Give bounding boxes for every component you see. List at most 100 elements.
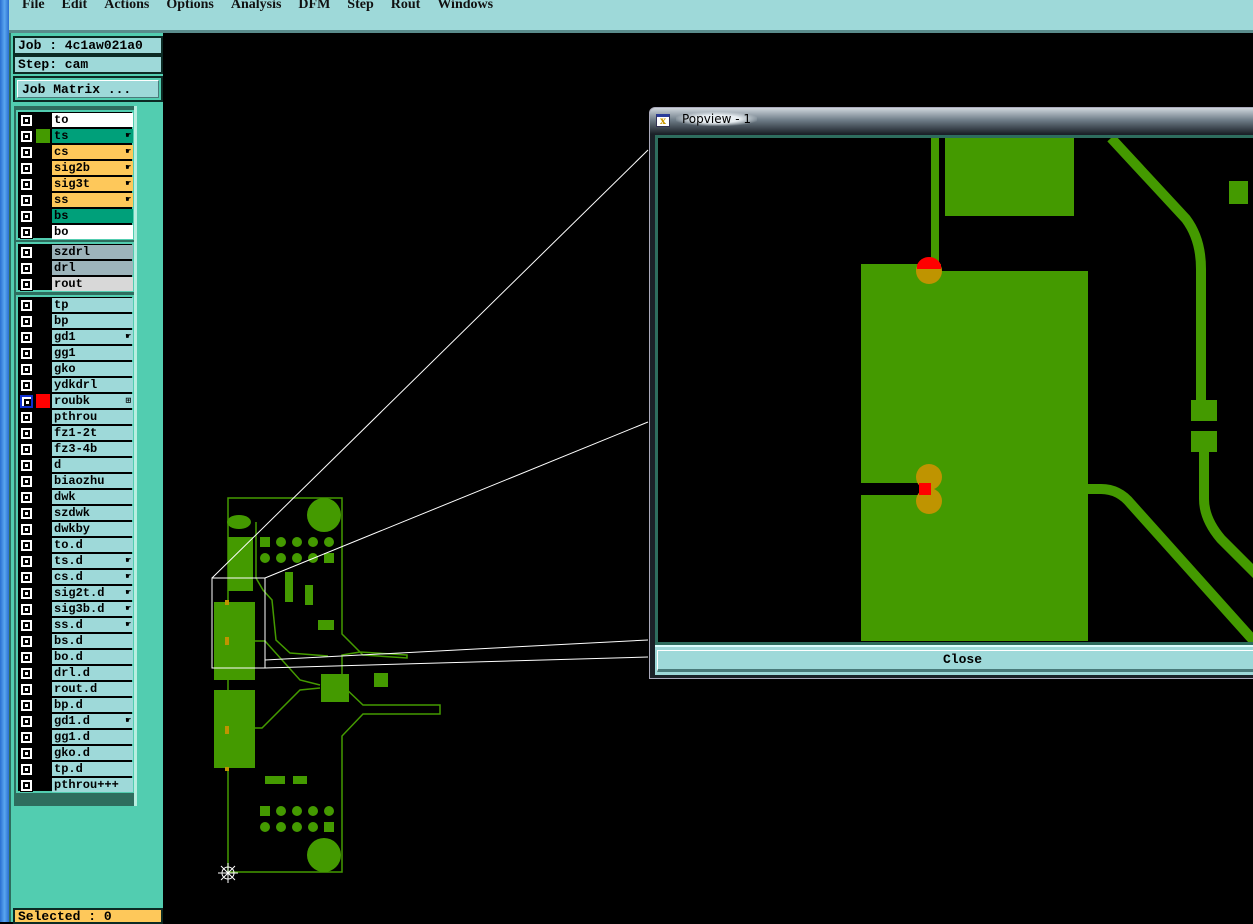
layer-name[interactable]: bp.d (52, 698, 133, 712)
layer-row[interactable]: sig2b ☛ (18, 160, 133, 176)
layer-checkbox[interactable] (20, 262, 33, 275)
layer-checkbox[interactable] (20, 635, 33, 648)
layer-row[interactable]: sig3t ☛ (18, 176, 133, 192)
layer-row[interactable]: sig3b.d ☛ (18, 601, 133, 617)
layer-name[interactable]: ss.d ☛ (52, 618, 133, 632)
layer-name[interactable]: dwk (52, 490, 133, 504)
layer-checkbox[interactable] (20, 363, 33, 376)
layer-checkbox[interactable] (20, 278, 33, 291)
layer-row[interactable]: tp.d (18, 761, 133, 777)
layer-row[interactable]: ydkdrl (18, 377, 133, 393)
layer-name[interactable]: ts.d ☛ (52, 554, 133, 568)
layer-row[interactable]: gd1 ☛ (18, 329, 133, 345)
close-button[interactable]: Close (657, 650, 1253, 672)
layer-row[interactable]: ts ☛ (18, 128, 133, 144)
layer-checkbox[interactable] (20, 555, 33, 568)
layer-row[interactable]: d (18, 457, 133, 473)
layer-name[interactable]: dwkby (52, 522, 133, 536)
layer-name[interactable]: fz3-4b (52, 442, 133, 456)
layer-row[interactable]: drl.d (18, 665, 133, 681)
layer-row[interactable]: bs (18, 208, 133, 224)
layer-row[interactable]: tp (18, 297, 133, 313)
job-matrix-button[interactable]: Job Matrix ... (13, 76, 163, 102)
layer-checkbox[interactable] (20, 226, 33, 239)
layer-checkbox[interactable] (20, 114, 33, 127)
menu-step[interactable]: Step (334, 0, 373, 14)
layer-row[interactable]: bo.d (18, 649, 133, 665)
layer-checkbox[interactable] (20, 539, 33, 552)
layer-checkbox[interactable] (20, 162, 33, 175)
layer-name[interactable]: drl.d (52, 666, 133, 680)
layer-name[interactable]: gko.d (52, 746, 133, 760)
layer-row[interactable]: fz3-4b (18, 441, 133, 457)
layer-name[interactable]: biaozhu (52, 474, 133, 488)
layer-row[interactable]: sig2t.d ☛ (18, 585, 133, 601)
layer-name[interactable]: gg1.d (52, 730, 133, 744)
menu-options[interactable]: Options (153, 0, 213, 14)
layer-checkbox[interactable] (20, 667, 33, 680)
layer-row[interactable]: dwkby (18, 521, 133, 537)
layer-name[interactable]: pthrou+++ (52, 778, 133, 792)
layer-row[interactable]: bs.d (18, 633, 133, 649)
layer-checkbox[interactable] (20, 523, 33, 536)
layer-row[interactable]: rout (18, 276, 133, 292)
layer-name[interactable]: bo (52, 225, 133, 239)
layer-checkbox[interactable] (20, 331, 33, 344)
layer-row[interactable]: fz1-2t (18, 425, 133, 441)
layer-row[interactable]: biaozhu (18, 473, 133, 489)
layer-row[interactable]: ss.d ☛ (18, 617, 133, 633)
layer-checkbox[interactable] (20, 603, 33, 616)
layer-row[interactable]: cs ☛ (18, 144, 133, 160)
layer-name[interactable]: sig2b ☛ (52, 161, 133, 175)
menu-edit[interactable]: Edit (49, 0, 88, 14)
layer-row[interactable]: roubk ⊞ (18, 393, 133, 409)
layer-row[interactable]: pthrou (18, 409, 133, 425)
layer-name[interactable]: tp.d (52, 762, 133, 776)
layer-checkbox[interactable] (20, 763, 33, 776)
menu-dfm[interactable]: DFM (285, 0, 330, 14)
layer-row[interactable]: cs.d ☛ (18, 569, 133, 585)
layer-checkbox[interactable] (20, 146, 33, 159)
layer-row[interactable]: gd1.d ☛ (18, 713, 133, 729)
layer-checkbox[interactable] (20, 571, 33, 584)
layer-row[interactable]: to (18, 112, 133, 128)
layer-row[interactable]: bp.d (18, 697, 133, 713)
layer-name[interactable]: cs.d ☛ (52, 570, 133, 584)
layer-checkbox[interactable] (20, 178, 33, 191)
layer-checkbox[interactable] (20, 315, 33, 328)
layer-checkbox[interactable] (20, 715, 33, 728)
layer-name[interactable]: ydkdrl (52, 378, 133, 392)
layer-name[interactable]: sig3b.d ☛ (52, 602, 133, 616)
layer-name[interactable]: to (52, 113, 133, 127)
layer-name[interactable]: fz1-2t (52, 426, 133, 440)
layer-checkbox[interactable] (20, 747, 33, 760)
layer-row[interactable]: ts.d ☛ (18, 553, 133, 569)
layer-checkbox[interactable] (20, 427, 33, 440)
layer-row[interactable]: gko.d (18, 745, 133, 761)
layer-name[interactable]: rout (52, 277, 133, 291)
layer-checkbox[interactable] (20, 619, 33, 632)
layer-name[interactable]: pthrou (52, 410, 133, 424)
layer-name[interactable]: cs ☛ (52, 145, 133, 159)
menu-rout[interactable]: Rout (378, 0, 421, 14)
layer-name[interactable]: ss ☛ (52, 193, 133, 207)
layer-name[interactable]: szdrl (52, 245, 133, 259)
layer-checkbox[interactable] (20, 411, 33, 424)
layer-name[interactable]: drl (52, 261, 133, 275)
layer-checkbox[interactable] (20, 395, 33, 408)
layer-name[interactable]: ts ☛ (52, 129, 133, 143)
layer-checkbox[interactable] (20, 299, 33, 312)
layer-row[interactable]: pthrou+++ (18, 777, 133, 793)
layer-checkbox[interactable] (20, 699, 33, 712)
layer-name[interactable]: bs (52, 209, 133, 223)
layer-row[interactable]: rout.d (18, 681, 133, 697)
menu-windows[interactable]: Windows (424, 0, 493, 14)
layer-checkbox[interactable] (20, 731, 33, 744)
popview-canvas[interactable] (655, 135, 1253, 645)
layer-checkbox[interactable] (20, 507, 33, 520)
layer-name[interactable]: gg1 (52, 346, 133, 360)
layer-row[interactable]: szdrl (18, 244, 133, 260)
menu-file[interactable]: File (9, 0, 45, 14)
layer-row[interactable]: gg1 (18, 345, 133, 361)
layer-checkbox[interactable] (20, 379, 33, 392)
